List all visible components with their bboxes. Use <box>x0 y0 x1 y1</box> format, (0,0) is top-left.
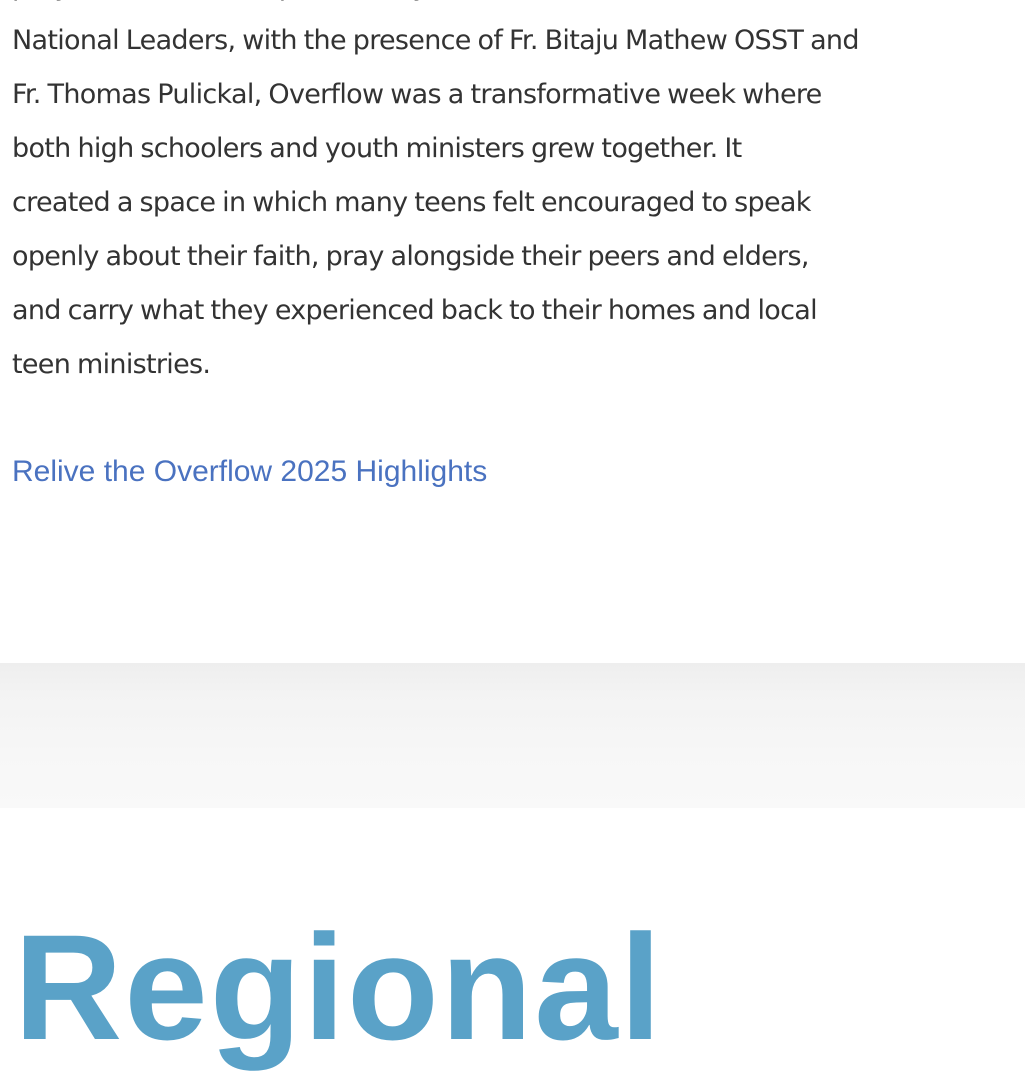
paragraph-line: National Leaders, with the presence of F… <box>12 25 859 56</box>
paragraph-line: prayer, and fellowship with the youth mi… <box>12 0 1025 14</box>
paragraph-line: teen ministries. <box>12 349 211 380</box>
paragraph-line: Fr. Thomas Pulickal, Overflow was a tran… <box>12 79 822 110</box>
paragraph-line: and carry what they experienced back to … <box>12 295 818 326</box>
article-body: prayer, and fellowship with the youth mi… <box>12 0 1025 392</box>
highlights-link[interactable]: Relive the Overflow 2025 Highlights <box>12 450 487 494</box>
section-divider <box>0 663 1025 808</box>
section-heading: Regional <box>14 903 664 1071</box>
article-paragraph: prayer, and fellowship with the youth mi… <box>12 0 1025 392</box>
paragraph-line: both high schoolers and youth ministers … <box>12 133 742 164</box>
paragraph-line: created a space in which many teens felt… <box>12 187 811 218</box>
paragraph-line: openly about their faith, pray alongside… <box>12 241 809 272</box>
